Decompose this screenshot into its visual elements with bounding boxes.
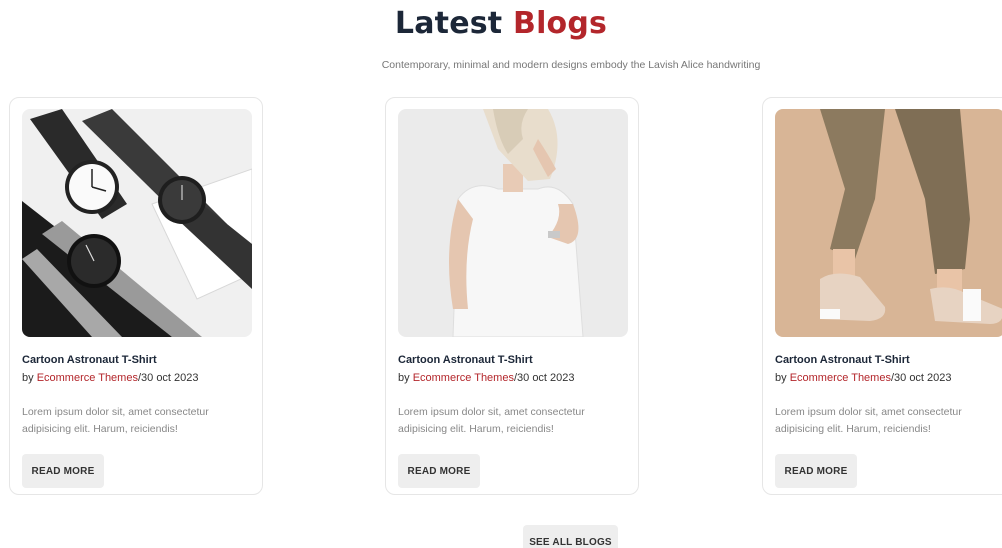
blog-excerpt: Lorem ipsum dolor sit, amet consectetur … (398, 406, 585, 435)
section-title: Latest Blogs (0, 6, 1002, 41)
blog-image-sneakers[interactable] (775, 109, 1002, 337)
blog-date: /30 oct 2023 (137, 372, 199, 384)
blog-image-watches[interactable] (22, 109, 252, 337)
blog-date: /30 oct 2023 (890, 372, 952, 384)
blog-image-woman[interactable] (398, 109, 628, 337)
blog-author-link[interactable]: Ecommerce Themes (413, 372, 514, 384)
section-title-accent: Blogs (513, 6, 608, 41)
blog-excerpt: Lorem ipsum dolor sit, amet consectetur … (775, 406, 962, 435)
read-more-button[interactable]: READ MORE (398, 454, 480, 488)
blog-author-link[interactable]: Ecommerce Themes (790, 372, 891, 384)
section-subtitle: Contemporary, minimal and modern designs… (381, 59, 761, 71)
read-more-button[interactable]: READ MORE (775, 454, 857, 488)
blog-meta: by Ecommerce Themes/30 oct 2023 (775, 372, 952, 384)
blog-card: Cartoon Astronaut T-Shirt by Ecommerce T… (385, 97, 639, 495)
blog-title[interactable]: Cartoon Astronaut T-Shirt (775, 354, 910, 366)
blog-author-link[interactable]: Ecommerce Themes (37, 372, 138, 384)
blog-meta: by Ecommerce Themes/30 oct 2023 (22, 372, 199, 384)
see-all-blogs-button[interactable]: SEE ALL BLOGS (523, 525, 618, 548)
read-more-button[interactable]: READ MORE (22, 454, 104, 488)
blog-title[interactable]: Cartoon Astronaut T-Shirt (398, 354, 533, 366)
blog-meta-by: by (398, 372, 413, 384)
blog-meta: by Ecommerce Themes/30 oct 2023 (398, 372, 575, 384)
section-title-part1: Latest (394, 6, 503, 41)
blog-date: /30 oct 2023 (513, 372, 575, 384)
blog-title[interactable]: Cartoon Astronaut T-Shirt (22, 354, 157, 366)
blog-card: Cartoon Astronaut T-Shirt by Ecommerce T… (9, 97, 263, 495)
blog-card: Cartoon Astronaut T-Shirt by Ecommerce T… (762, 97, 1002, 495)
blog-meta-by: by (22, 372, 37, 384)
blog-meta-by: by (775, 372, 790, 384)
blog-excerpt: Lorem ipsum dolor sit, amet consectetur … (22, 406, 209, 435)
